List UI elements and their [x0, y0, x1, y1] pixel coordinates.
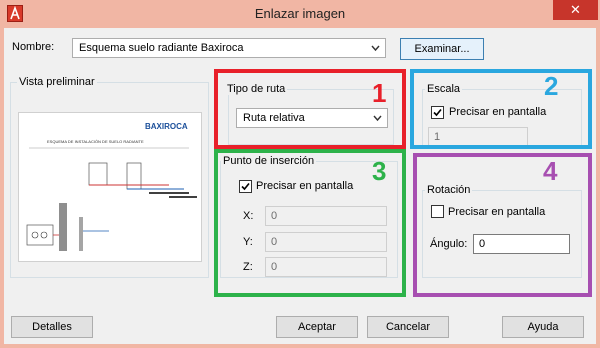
- annotation-number-3: 3: [372, 156, 387, 186]
- annotation-box-4: [413, 153, 592, 297]
- cancelar-button[interactable]: Cancelar: [367, 316, 449, 338]
- detalles-button[interactable]: Detalles: [11, 316, 93, 338]
- chevron-down-icon: [371, 45, 380, 52]
- title-bar: Enlazar imagen ✕: [0, 0, 600, 28]
- annotation-number-2: 2: [544, 71, 559, 101]
- aceptar-button[interactable]: Aceptar: [276, 316, 358, 338]
- ayuda-button[interactable]: Ayuda: [502, 316, 584, 338]
- preview-brand: BAXIROCA: [145, 122, 188, 131]
- schematic-drawing: BAXIROCA ESQUEMA DE INSTALACIÓN DE SUELO…: [26, 121, 197, 251]
- examinar-button[interactable]: Examinar...: [400, 38, 484, 60]
- close-button[interactable]: ✕: [553, 0, 598, 20]
- annotation-box-2: [410, 69, 592, 149]
- annotation-number-4: 4: [543, 156, 558, 186]
- nombre-dropdown[interactable]: Esquema suelo radiante Baxiroca: [72, 38, 386, 58]
- annotation-number-1: 1: [372, 78, 387, 108]
- nombre-label: Nombre:: [12, 41, 55, 53]
- vista-preliminar-title: Vista preliminar: [17, 76, 97, 88]
- preview-heading: ESQUEMA DE INSTALACIÓN DE SUELO RADIANTE: [47, 139, 144, 144]
- image-preview: BAXIROCA ESQUEMA DE INSTALACIÓN DE SUELO…: [18, 112, 202, 262]
- nombre-value: Esquema suelo radiante Baxiroca: [79, 42, 244, 54]
- window-title: Enlazar imagen: [254, 6, 346, 21]
